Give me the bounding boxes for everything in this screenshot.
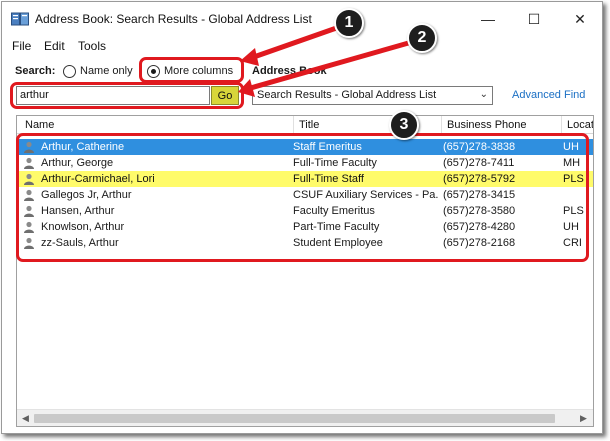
radio-name-only-label[interactable]: Name only (80, 65, 133, 77)
menu-edit[interactable]: Edit (44, 39, 65, 53)
address-book-select[interactable]: Search Results - Global Address List ⌄ (252, 86, 493, 105)
annotation-box-2 (10, 82, 244, 109)
address-book-window: Address Book: Search Results - Global Ad… (1, 1, 603, 434)
column-header-location[interactable]: Locat (567, 119, 593, 131)
column-header-name[interactable]: Name (25, 119, 54, 131)
title-bar: Address Book: Search Results - Global Ad… (2, 2, 602, 36)
column-header-business-phone[interactable]: Business Phone (447, 119, 527, 131)
address-book-icon (11, 12, 29, 26)
column-divider[interactable] (561, 116, 562, 134)
column-divider[interactable] (441, 116, 442, 134)
advanced-find-link[interactable]: Advanced Find (512, 89, 585, 101)
annotation-box-1 (139, 57, 244, 83)
window-title: Address Book: Search Results - Global Ad… (35, 12, 312, 26)
address-book-select-value: Search Results - Global Address List (257, 89, 437, 101)
maximize-button[interactable]: ☐ (511, 2, 557, 36)
list-header: Name Title Business Phone Locat (17, 116, 593, 134)
menu-bar: File Edit Tools (2, 38, 602, 56)
minimize-button[interactable]: — (465, 2, 511, 36)
column-divider[interactable] (293, 116, 294, 134)
close-button[interactable]: ✕ (557, 2, 602, 36)
callout-3: 3 (389, 110, 419, 140)
callout-1: 1 (334, 8, 364, 38)
horizontal-scrollbar[interactable]: ◀ ▶ (17, 409, 593, 426)
address-book-label: Address Book (252, 65, 327, 77)
radio-name-only[interactable] (63, 65, 76, 78)
scroll-right-icon[interactable]: ▶ (580, 413, 587, 424)
search-label: Search: (15, 65, 56, 77)
scroll-left-icon[interactable]: ◀ (22, 413, 29, 424)
scrollbar-thumb[interactable] (34, 414, 555, 423)
menu-file[interactable]: File (12, 39, 31, 53)
annotation-box-3 (16, 133, 589, 262)
column-header-title[interactable]: Title (299, 119, 319, 131)
callout-2: 2 (407, 23, 437, 53)
menu-tools[interactable]: Tools (78, 39, 106, 53)
chevron-down-icon: ⌄ (479, 89, 488, 100)
